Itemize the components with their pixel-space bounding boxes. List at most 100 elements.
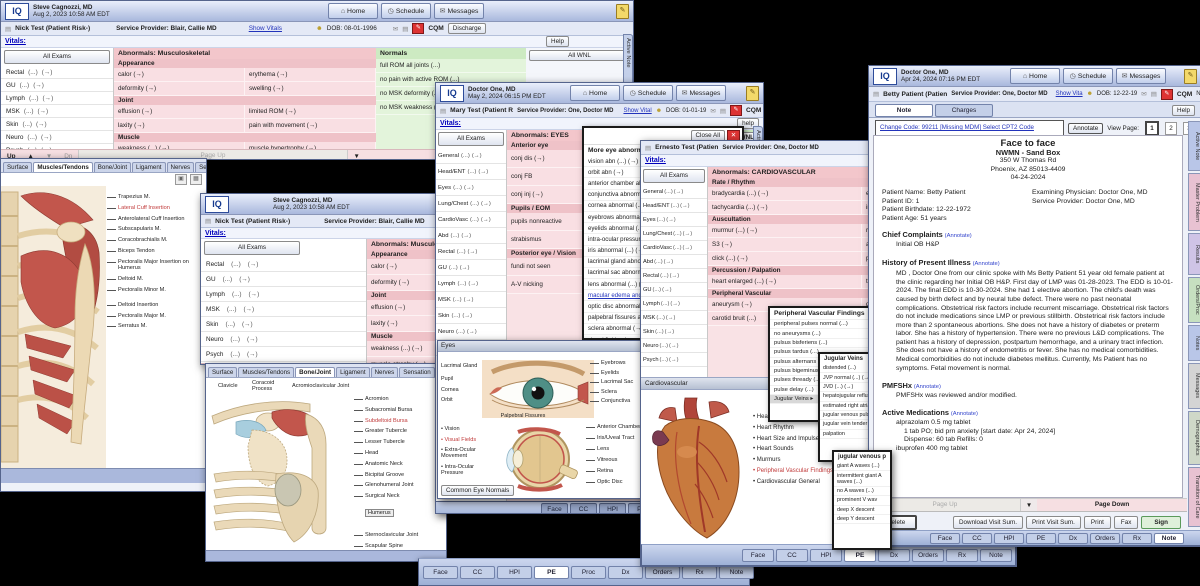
cqm-icon[interactable]: ✎	[729, 105, 742, 116]
anatomy-label[interactable]: Eyelids	[590, 370, 642, 376]
visit-tab[interactable]: Face	[742, 548, 774, 562]
exam-row[interactable]: GU (...) (→)	[436, 260, 506, 276]
exam-row[interactable]: Lymph (...) (→)	[436, 276, 506, 292]
anatomy-label[interactable]: Anatomic Neck	[354, 461, 444, 467]
visit-tab[interactable]: Note	[1154, 532, 1184, 544]
finding-item[interactable]: laxity (→)	[114, 119, 245, 133]
page-1-button[interactable]: 1	[1145, 120, 1159, 136]
change-code-link[interactable]: Change Code: 99211 [Missing MDM] Select …	[880, 124, 1034, 131]
popup-item[interactable]: deep Y descent	[834, 515, 890, 525]
scroll-down-arrow2[interactable]: ▼	[348, 153, 366, 159]
page-2-button[interactable]: 2	[1165, 121, 1177, 135]
popup-item[interactable]: JVP normal (...) (→)	[820, 373, 874, 383]
exam-row[interactable]: GU (...) (→)	[201, 272, 366, 287]
messages-button[interactable]: ✉ Messages	[1116, 68, 1166, 84]
exam-row[interactable]: Rectal (...) (→)	[1, 66, 113, 79]
note-icon[interactable]: ✎	[616, 3, 629, 19]
common-eye-normals-button[interactable]: Common Eye Normals	[441, 485, 515, 496]
annotate-button[interactable]: Annotate	[1068, 122, 1104, 134]
all-wnl-button[interactable]: All WNL	[529, 50, 630, 61]
layer-up-icon[interactable]: ▣	[175, 174, 187, 185]
exam-row[interactable]: GU (...) (→)	[641, 283, 707, 297]
exam-row[interactable]: Neuro (...) (→)	[641, 339, 707, 353]
visit-tab[interactable]: CC	[776, 548, 808, 562]
normal-item[interactable]: full ROM all joints (...)	[376, 59, 526, 73]
annotate-link[interactable]: (Annotate)	[914, 384, 941, 390]
annotate-link[interactable]: (Annotate)	[945, 233, 972, 239]
visit-tab[interactable]: Rx	[946, 548, 978, 562]
anatomy-label[interactable]: Coracobrachialis M.	[107, 237, 203, 243]
anatomy-label[interactable]: Deltoid M.	[107, 276, 203, 282]
exam-row[interactable]: Eyes (...) (→)	[436, 180, 506, 196]
finding-item[interactable]: S3 (→)	[708, 238, 862, 252]
tab-note[interactable]: Note	[875, 104, 933, 117]
patient-name[interactable]: Nick Test (Patient Risk-)	[15, 25, 90, 32]
anatomy-tab[interactable]: Ligament	[132, 162, 166, 172]
visit-tab[interactable]: Rx	[682, 565, 717, 579]
exam-row[interactable]: GU (...) (→)	[1, 79, 113, 92]
anatomy-label[interactable]: Subacromial Bursa	[354, 407, 444, 413]
exam-row[interactable]: MSK (...) (→)	[641, 311, 707, 325]
tab-charges[interactable]: Charges	[935, 104, 993, 117]
popup-item[interactable]: intermittent giant A waves (...)	[834, 471, 890, 487]
anatomy-label[interactable]: Optic Disc	[586, 479, 642, 485]
side-vertical-tab[interactable]: Messages	[1188, 363, 1200, 409]
visit-tab[interactable]: PE	[1026, 532, 1056, 544]
finding-item[interactable]: murmur (...) (→)	[708, 224, 862, 238]
schedule-button[interactable]: ◷ Schedule	[623, 85, 673, 101]
annotate-link[interactable]: (Annotate)	[973, 261, 1000, 267]
anatomy-label[interactable]: Clavicle	[218, 383, 238, 389]
exam-row[interactable]: Abd (...) (→)	[436, 228, 506, 244]
eye-exam-bullet[interactable]: Visual Fields	[441, 437, 487, 443]
visit-tab[interactable]: HPI	[599, 503, 626, 513]
sign-button[interactable]: Sign	[1141, 516, 1181, 529]
vitals-label[interactable]: Vitals:	[440, 120, 461, 127]
download-visit-summary-button[interactable]: Download Visit Sum.	[952, 516, 1023, 529]
popup-item[interactable]: no A waves (...)	[834, 487, 890, 497]
exam-row[interactable]: CardioVasc (...) (→)	[436, 212, 506, 228]
exam-row[interactable]: Abd (...) (→)	[641, 255, 707, 269]
arrival-status[interactable]: Not arrived	[1196, 91, 1200, 97]
popup-item[interactable]: deep X descent	[834, 506, 890, 515]
anatomy-label[interactable]: Pectoralis Major Insertion on Humerus	[107, 259, 203, 271]
finding-item[interactable]: weakness (...) (→)	[114, 142, 245, 149]
visit-tab[interactable]: HPI	[497, 565, 532, 579]
scroll-down-arrow[interactable]: ▼	[1021, 502, 1037, 509]
popup-item[interactable]: jugular venous pulsa	[820, 411, 874, 421]
vitals-label[interactable]: Vitals:	[645, 157, 666, 164]
anatomy-label[interactable]: Pectoralis Major M.	[107, 313, 203, 319]
exam-row[interactable]: Lung/Chest (...) (→)	[641, 227, 707, 241]
finding-item[interactable]: calor (→)	[114, 68, 245, 82]
eye-exam-bullet[interactable]: Intra-Ocular Pressure	[441, 464, 487, 476]
anatomy-label[interactable]: Retina	[586, 468, 642, 474]
visit-tab[interactable]: PE	[534, 565, 569, 579]
print-visit-summary-button[interactable]: Print Visit Sum.	[1025, 516, 1081, 529]
home-button[interactable]: ⌂ Home	[1010, 68, 1060, 84]
anatomy-tab[interactable]: Sensation	[195, 162, 206, 172]
visit-tab[interactable]: CC	[962, 532, 992, 544]
exam-row[interactable]: Skin (...) (→)	[201, 317, 366, 332]
schedule-button[interactable]: ◷ Schedule	[1063, 68, 1113, 84]
anatomy-label[interactable]: Subscapularis M.	[107, 226, 203, 232]
exam-row[interactable]: MSK (...) (→)	[201, 302, 366, 317]
anatomy-tab[interactable]: Bone/Joint	[93, 162, 132, 172]
schedule-button[interactable]: ◷ Schedule	[381, 3, 431, 19]
mail-icon[interactable]: ✉	[1141, 90, 1146, 98]
visit-tab[interactable]: Orders	[912, 548, 944, 562]
anatomy-tab[interactable]: Sensation	[399, 367, 435, 377]
all-exams-button[interactable]: All Exams	[204, 241, 300, 255]
visit-tab[interactable]: Proc	[571, 565, 606, 579]
anatomy-label[interactable]: Sternoclavicular Joint	[354, 532, 444, 538]
anatomy-label[interactable]: Lens	[586, 446, 642, 452]
side-vertical-tab[interactable]: Notes	[1188, 325, 1200, 361]
anatomy-label[interactable]: Coracoid Process	[252, 380, 282, 392]
anatomy-label[interactable]: Surgical Neck	[354, 493, 444, 499]
titlebar[interactable]: IQ Doctor One, MD Apr 24, 2024 07:16 PM E…	[869, 66, 1200, 87]
exam-row[interactable]: Rectal (...) (→)	[436, 244, 506, 260]
side-vertical-tab[interactable]: Active Note	[1188, 121, 1200, 171]
popup-item[interactable]: giant A waves (...)	[834, 462, 890, 472]
messages-button[interactable]: ✉ Messages	[676, 85, 726, 101]
visit-tab[interactable]: CC	[460, 565, 495, 579]
visit-tab[interactable]: Note	[980, 548, 1012, 562]
exam-row[interactable]: Skin (...) (→)	[641, 325, 707, 339]
